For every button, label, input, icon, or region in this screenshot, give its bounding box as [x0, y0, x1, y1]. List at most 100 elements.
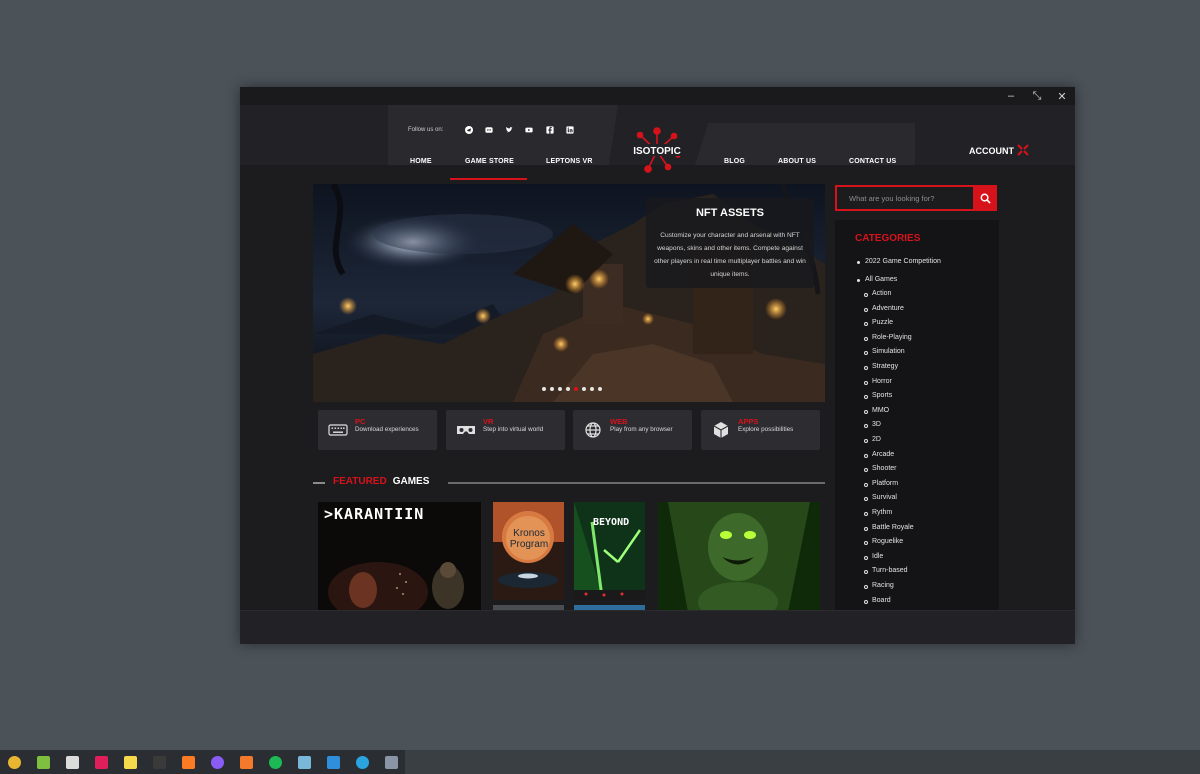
- carousel-dot[interactable]: [598, 387, 602, 391]
- category-item-horror[interactable]: Horror: [864, 378, 892, 385]
- maximize-button[interactable]: ⤡: [1024, 87, 1050, 105]
- minimize-button[interactable]: –: [998, 87, 1024, 105]
- inkscape-icon[interactable]: [34, 753, 52, 771]
- platform-tile-apps[interactable]: APPS Explore possibilities: [701, 410, 820, 450]
- platform-title: APPS: [738, 417, 759, 426]
- blender-icon-glyph: [239, 755, 253, 769]
- blender-icon[interactable]: [237, 753, 255, 771]
- hero-info-box: NFT ASSETS Customize your character and …: [646, 198, 814, 288]
- category-item-roguelike[interactable]: Roguelike: [863, 538, 903, 546]
- cube-icon: [711, 421, 731, 439]
- game-card-karantiin[interactable]: >KARANTIIN: [318, 502, 481, 612]
- category-item-2d[interactable]: 2D: [864, 436, 881, 443]
- vr-headset-icon: [456, 421, 476, 439]
- youtube-icon[interactable]: [524, 125, 534, 135]
- game-thumbnail: [658, 502, 820, 612]
- carousel-dot[interactable]: [566, 387, 570, 391]
- category-item-idle[interactable]: Idle: [863, 553, 883, 560]
- featured-divider-left: [313, 482, 325, 484]
- spotify-icon[interactable]: [266, 753, 284, 771]
- terminal-icon[interactable]: [150, 753, 168, 771]
- categories-panel: CATEGORIES 2022 Game Competition All Gam…: [835, 220, 999, 612]
- notepad-icon-glyph: [297, 755, 311, 769]
- category-item-all-games[interactable]: All Games: [856, 276, 897, 283]
- search-input[interactable]: [837, 187, 973, 209]
- platform-description: Download experiences: [355, 426, 419, 433]
- settings-icon[interactable]: [382, 753, 400, 771]
- vscode-icon[interactable]: [324, 753, 342, 771]
- category-item-platform[interactable]: Platform: [863, 480, 898, 487]
- spotify-icon-glyph: [268, 755, 282, 769]
- category-item-arcade[interactable]: Arcade: [863, 451, 894, 458]
- category-item-battle-royale[interactable]: Battle Royale: [864, 524, 914, 531]
- category-item-sports[interactable]: Sports: [863, 392, 892, 400]
- game-card-beyond[interactable]: BEYOND: [574, 502, 645, 600]
- nav-blog[interactable]: BLOG: [724, 158, 745, 165]
- category-item-turn-based[interactable]: Turn-based: [864, 567, 908, 575]
- platform-description: Play from any browser: [610, 426, 673, 433]
- category-item-adventure[interactable]: Adventure: [864, 305, 904, 312]
- globe-icon: [583, 421, 603, 439]
- category-item-puzzle[interactable]: Puzzle: [863, 319, 893, 327]
- category-item-racing[interactable]: Racing: [864, 582, 894, 589]
- slack-icon[interactable]: [92, 753, 110, 771]
- nav-leptons-vr[interactable]: LEPTONS VR: [546, 158, 593, 165]
- chrome-icon[interactable]: [5, 753, 23, 771]
- hero-title: NFT ASSETS: [695, 207, 765, 219]
- featured-title-white: GAMES: [392, 476, 430, 487]
- category-item-survival[interactable]: Survival: [864, 494, 897, 502]
- search-button[interactable]: [973, 185, 997, 211]
- nav-game-store[interactable]: GAME STORE: [465, 158, 514, 165]
- category-item-rythm[interactable]: Rythm: [863, 509, 892, 516]
- xampp-icon[interactable]: [179, 753, 197, 771]
- nav-about-us[interactable]: ABOUT US: [778, 158, 816, 165]
- nav-home[interactable]: HOME: [410, 158, 432, 165]
- taskbar-empty-area: [405, 750, 1200, 774]
- linkedin-icon[interactable]: [565, 125, 575, 135]
- platform-tile-web[interactable]: WEB Play from any browser: [573, 410, 692, 450]
- category-item-strategy[interactable]: Strategy: [863, 363, 898, 370]
- notepad-icon[interactable]: [295, 753, 313, 771]
- unity-icon[interactable]: [63, 753, 81, 771]
- category-item-role-playing[interactable]: Role-Playing: [864, 334, 912, 341]
- sticky-notes-icon-glyph: [123, 755, 137, 769]
- category-item-board[interactable]: Board: [864, 597, 891, 604]
- hero-carousel[interactable]: NFT ASSETS Customize your character and …: [313, 184, 825, 402]
- account-icon[interactable]: [1016, 143, 1030, 157]
- category-item-simulation[interactable]: Simulation: [864, 348, 905, 356]
- settings-icon-glyph: [384, 755, 398, 769]
- category-item-shooter[interactable]: Shooter: [864, 465, 897, 473]
- sticky-notes-icon[interactable]: [121, 753, 139, 771]
- carousel-dot[interactable]: [574, 387, 578, 391]
- nav-contact-us[interactable]: CONTACT US: [849, 158, 896, 165]
- carousel-dot[interactable]: [558, 387, 562, 391]
- platform-title: PC: [355, 417, 366, 426]
- carousel-dot[interactable]: [590, 387, 594, 391]
- category-item-action[interactable]: Action: [863, 290, 891, 297]
- game-card-kronos[interactable]: Kronos Program: [493, 502, 564, 600]
- xampp-icon-glyph: [181, 755, 195, 769]
- game-card-horror[interactable]: [658, 502, 820, 612]
- category-item-3d[interactable]: 3D: [864, 421, 881, 429]
- category-item-mmo[interactable]: MMO: [863, 407, 889, 414]
- twitter-icon[interactable]: [504, 125, 514, 135]
- browser-icon[interactable]: [208, 753, 226, 771]
- isotopic-logo[interactable]: ISOTOPIC: [628, 123, 686, 181]
- inkscape-icon-glyph: [36, 755, 50, 769]
- account-link[interactable]: ACCOUNT: [969, 146, 1014, 156]
- platform-title: WEB: [610, 417, 628, 426]
- telegram-icon[interactable]: [353, 753, 371, 771]
- unity-icon-glyph: [65, 755, 79, 769]
- carousel-dot[interactable]: [550, 387, 554, 391]
- window-titlebar: – ⤡ ✕: [240, 87, 1075, 105]
- platform-tile-vr[interactable]: VR Step into virtual world: [446, 410, 565, 450]
- carousel-dot[interactable]: [542, 387, 546, 391]
- telegram-icon[interactable]: [464, 125, 474, 135]
- facebook-icon[interactable]: [545, 125, 555, 135]
- platform-tile-pc[interactable]: PC Download experiences: [318, 410, 437, 450]
- discord-icon[interactable]: [484, 125, 494, 135]
- close-button[interactable]: ✕: [1049, 87, 1075, 105]
- game-thumbnail: [493, 502, 564, 600]
- carousel-dot[interactable]: [582, 387, 586, 391]
- category-item-2022-game-competition[interactable]: 2022 Game Competition: [857, 258, 941, 265]
